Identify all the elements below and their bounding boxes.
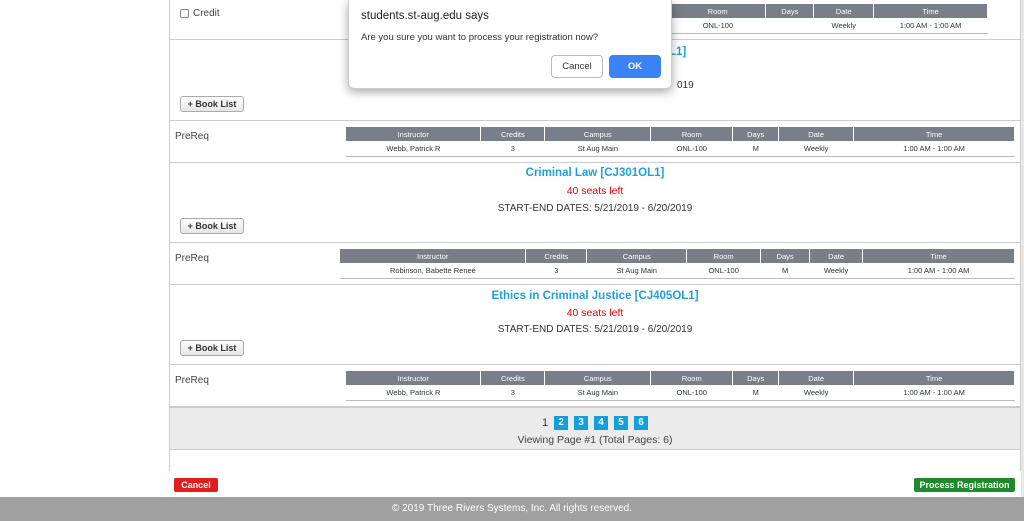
col-header: Instructor <box>340 249 527 263</box>
col-header: Campus <box>586 249 688 263</box>
course-schedule-row: PreReq Instructor Credits Campus Room Da… <box>170 365 1020 407</box>
schedule-table: Instructor Credits Campus Room Days Date… <box>340 249 1015 279</box>
col-header: Campus <box>544 371 652 385</box>
instructor-cell: Webb, Patrick R <box>346 141 481 157</box>
col-header: Instructor <box>346 127 482 141</box>
col-header: Campus <box>544 127 652 141</box>
table-cell <box>765 18 814 34</box>
table-cell: St Aug Main <box>586 263 687 279</box>
page-link-6[interactable]: 6 <box>634 416 649 430</box>
table-cell: 1:00 AM - 1:00 AM <box>853 141 1015 157</box>
col-header: Room <box>650 127 734 141</box>
page-link-2[interactable]: 2 <box>554 416 569 430</box>
table-cell: M <box>732 385 779 401</box>
table-cell: 1:00 AM - 1:00 AM <box>853 385 1015 401</box>
col-header: Days <box>732 371 780 385</box>
table-cell: Weekly <box>778 141 854 157</box>
page-status: Viewing Page #1 (Total Pages: 6) <box>517 434 673 446</box>
table-cell: 3 <box>480 141 545 157</box>
col-header: Date <box>778 371 855 385</box>
page-link-4[interactable]: 4 <box>594 416 609 430</box>
table-cell: 1:00 AM - 1:00 AM <box>873 18 988 34</box>
course-schedule-row: PreReq Instructor Credits Campus Room Da… <box>170 243 1020 285</box>
dialog-cancel-button[interactable]: Cancel <box>551 55 603 78</box>
page-links: 123456 <box>170 416 1020 430</box>
process-registration-button[interactable]: Process Registration <box>914 478 1015 492</box>
confirm-dialog: students.st-aug.edu says Are you sure yo… <box>348 0 672 89</box>
table-cell: ONL-100 <box>650 141 733 157</box>
instructor-cell: Webb, Patrick R <box>346 385 481 401</box>
course-dates-partial: 019 <box>677 80 694 91</box>
table-cell: ONL-100 <box>686 263 761 279</box>
page-link-3[interactable]: 3 <box>574 416 589 430</box>
book-list-button[interactable]: + Book List <box>180 96 244 112</box>
table-cell: M <box>732 141 779 157</box>
col-header: Room <box>670 4 767 18</box>
table-row: Robinson, Babette Reneé 3 St Aug Main ON… <box>340 263 1015 279</box>
table-row: Webb, Patrick R 3 St Aug Main ONL-100 M … <box>346 141 1015 157</box>
table-row: Webb, Patrick R 3 St Aug Main ONL-100 M … <box>346 385 1015 401</box>
prereq-label: PreReq <box>175 375 209 386</box>
course-dates: START-END DATES: 5/21/2019 - 6/20/2019 <box>497 324 693 335</box>
col-header: Time <box>853 127 1015 141</box>
course-header: Criminal Law [CJ301OL1] 40 seats left ST… <box>170 163 1020 243</box>
col-header: Days <box>765 4 815 18</box>
course-title[interactable]: Criminal Law [CJ301OL1] <box>170 167 1020 179</box>
col-header: Date <box>778 127 855 141</box>
seats-left: 40 seats left <box>566 307 624 319</box>
book-list-button[interactable]: + Book List <box>180 340 244 356</box>
prereq-label: PreReq <box>175 253 209 264</box>
col-header: Time <box>862 249 1015 263</box>
table-cell: M <box>760 263 810 279</box>
pagination: 123456 Viewing Page #1 (Total Pages: 6) <box>170 407 1020 450</box>
dialog-ok-button[interactable]: OK <box>609 55 661 78</box>
col-header: Time <box>853 371 1015 385</box>
dialog-message: Are you sure you want to process your re… <box>361 32 599 43</box>
schedule-table: Instructor Credits Campus Room Days Date… <box>346 371 1015 401</box>
col-header: Credits <box>480 371 546 385</box>
schedule-table-top: Room Days Date Time ONL-100 Weekly 1:00 … <box>670 4 988 34</box>
action-bar: Cancel Process Registration <box>169 476 1021 496</box>
table-cell: Weekly <box>778 385 854 401</box>
course-title[interactable]: Ethics in Criminal Justice [CJ405OL1] <box>170 290 1020 302</box>
course-schedule-row: PreReq Instructor Credits Campus Room Da… <box>170 121 1020 163</box>
table-cell: Weekly <box>813 18 874 34</box>
seats-left: 40 seats left <box>566 185 624 197</box>
col-header: Credits <box>480 127 546 141</box>
footer-copyright: © 2019 Three Rivers Systems, Inc. All ri… <box>0 497 1024 521</box>
table-cell: ONL-100 <box>670 18 766 34</box>
col-header: Time <box>873 4 988 18</box>
table-cell: 3 <box>525 263 587 279</box>
col-header: Days <box>760 249 811 263</box>
current-page: 1 <box>541 417 549 429</box>
prereq-label: PreReq <box>175 131 209 142</box>
schedule-table: Instructor Credits Campus Room Days Date… <box>346 127 1015 157</box>
course-header: Ethics in Criminal Justice [CJ405OL1] 40… <box>170 285 1020 365</box>
table-cell: 3 <box>480 385 545 401</box>
table-cell: ONL-100 <box>650 385 733 401</box>
credit-checkbox[interactable]: Credit <box>180 8 220 19</box>
page-link-5[interactable]: 5 <box>614 416 629 430</box>
left-pane <box>0 0 169 497</box>
col-header: Date <box>809 249 864 263</box>
col-header: Days <box>732 127 780 141</box>
col-header: Room <box>650 371 734 385</box>
instructor-cell: Robinson, Babette Reneé <box>340 263 526 279</box>
dialog-title: students.st-aug.edu says <box>361 10 489 22</box>
table-cell: St Aug Main <box>544 385 651 401</box>
col-header: Date <box>813 4 875 18</box>
col-header: Instructor <box>346 371 482 385</box>
book-list-button[interactable]: + Book List <box>180 218 244 234</box>
table-cell: 1:00 AM - 1:00 AM <box>862 263 1015 279</box>
cancel-button[interactable]: Cancel <box>174 478 218 492</box>
table-cell: St Aug Main <box>544 141 651 157</box>
col-header: Credits <box>525 249 588 263</box>
checkbox-icon[interactable] <box>180 9 189 18</box>
table-cell: Weekly <box>809 263 863 279</box>
col-header: Room <box>686 249 762 263</box>
credit-label: Credit <box>193 8 220 19</box>
course-dates: START-END DATES: 5/21/2019 - 6/20/2019 <box>497 203 693 214</box>
